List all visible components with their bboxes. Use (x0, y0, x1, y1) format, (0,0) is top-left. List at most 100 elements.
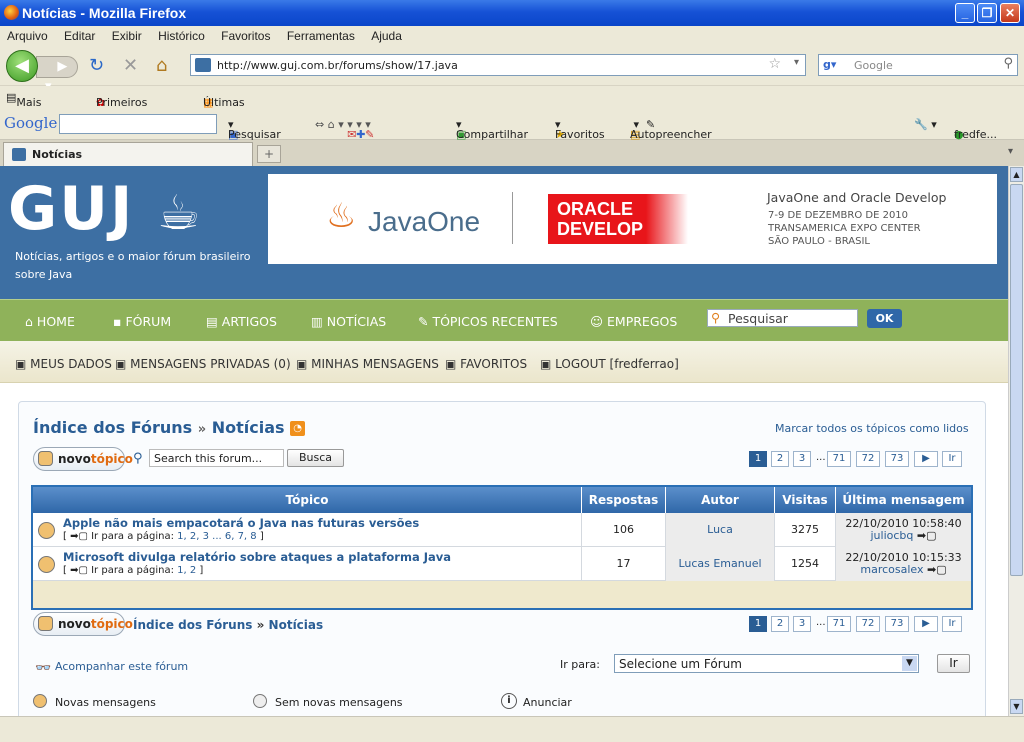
page-73[interactable]: 73 (885, 451, 909, 467)
home-icon[interactable]: ⌂ (156, 56, 167, 76)
author-link[interactable]: Luca (666, 513, 775, 547)
page-1[interactable]: 1 (749, 451, 767, 467)
search-bar[interactable]: g▾ Google ⚲ (818, 54, 1018, 76)
toolbar-settings-wrench-icon[interactable]: 🔧 ▾ (914, 118, 937, 131)
scroll-up-arrow[interactable]: ▲ (1010, 167, 1023, 182)
page-1[interactable]: 1 (749, 616, 767, 632)
author-link[interactable]: Lucas Emanuel (666, 547, 775, 581)
google-favoritos-button[interactable]: ★ Favoritos ▾ (555, 118, 605, 141)
site-search-button[interactable]: OK (867, 309, 902, 328)
google-autopreencher-button[interactable]: ▤ Autopreencher ▾ ✎ (630, 118, 712, 141)
page-2[interactable]: 2 (771, 451, 789, 467)
close-button[interactable]: ✕ (1000, 3, 1020, 23)
nav-artigos[interactable]: ▤ ARTIGOS (206, 314, 277, 329)
breadcrumb-current-link[interactable]: Notícias (212, 418, 285, 437)
minimize-button[interactable]: _ (955, 3, 975, 23)
restore-button[interactable]: ❐ (977, 3, 997, 23)
tab-label: Notícias (32, 148, 83, 161)
goto-last-post-icon[interactable]: ➡▢ (927, 563, 947, 576)
next-page-button[interactable]: ▶ (914, 451, 938, 467)
tab-noticias[interactable]: Notícias (3, 142, 253, 166)
page-72[interactable]: 72 (856, 616, 880, 632)
url-bar[interactable]: http://www.guj.com.br/forums/show/17.jav… (190, 54, 806, 76)
goto-page-button[interactable]: Ir (942, 616, 962, 632)
nav-logout[interactable]: ▣ LOGOUT [fredferrao] (540, 357, 679, 371)
follow-forum-link[interactable]: Acompanhar este fórum (55, 660, 188, 673)
url-dropdown-icon[interactable]: ▾ (794, 57, 799, 68)
menu-arquivo[interactable]: Arquivo (0, 26, 54, 43)
google-search-input[interactable] (59, 114, 217, 134)
forum-search-input[interactable]: Search this forum... (149, 449, 284, 467)
nav-favoritos[interactable]: ▣ FAVORITOS (445, 357, 527, 371)
page-72[interactable]: 72 (856, 451, 880, 467)
nav-meus-dados[interactable]: ▣ MEUS DADOS (15, 357, 112, 371)
bookmark-star-icon[interactable]: ☆ (768, 56, 781, 72)
col-visitas: Visitas (775, 487, 836, 513)
scroll-thumb[interactable] (1010, 184, 1023, 576)
next-page-button[interactable]: ▶ (914, 616, 938, 632)
goto-forum-button[interactable]: Ir (937, 654, 970, 673)
reload-icon[interactable]: ↻ (89, 56, 104, 76)
goto-page-button[interactable]: Ir (942, 451, 962, 467)
menu-ferramentas[interactable]: Ferramentas (280, 26, 361, 43)
stop-icon[interactable]: ✕ (123, 56, 138, 76)
page-2[interactable]: 2 (771, 616, 789, 632)
info-icon: i (501, 693, 517, 709)
menu-historico[interactable]: Histórico (151, 26, 211, 43)
nav-label: ARTIGOS (221, 314, 277, 329)
javaone-banner[interactable]: ♨ JavaOne ORACLE DEVELOP JavaOne and Orac… (268, 174, 997, 264)
breadcrumb-root-link[interactable]: Índice dos Fóruns (33, 418, 192, 437)
menu-favoritos[interactable]: Favoritos (214, 26, 276, 43)
tab-list-dropdown[interactable]: ▾ (1008, 146, 1013, 157)
guj-logo[interactable]: GUJ ☕ (8, 174, 202, 244)
search-magnifier-icon[interactable]: ⚲ (1003, 56, 1013, 71)
bookmark-mais-visitados[interactable]: ▤ Mais visitados (6, 91, 65, 122)
breadcrumb-current-link[interactable]: Notícias (269, 618, 324, 632)
nav-topicos-recentes[interactable]: ✎ TÓPICOS RECENTES (418, 314, 558, 329)
new-topic-icon (38, 616, 53, 631)
nav-minhas-mensagens[interactable]: ▣ MINHAS MENSAGENS (296, 357, 439, 371)
nav-home[interactable]: ⌂ HOME (25, 314, 75, 329)
menu-exibir[interactable]: Exibir (105, 26, 148, 43)
google-search-engine-icon[interactable]: g▾ (823, 58, 836, 71)
search-bar-placeholder: Google (854, 59, 893, 72)
breadcrumb-root-link[interactable]: Índice dos Fóruns (133, 618, 252, 632)
mark-all-read-link[interactable]: Marcar todos os tópicos como lidos (775, 422, 969, 435)
menu-ajuda[interactable]: Ajuda (364, 26, 408, 43)
forward-button[interactable]: ▶ ▾ (36, 56, 78, 94)
last-post-cell: 22/10/2010 10:15:33 marcosalex ➡▢ (836, 547, 971, 581)
toolbar-icons[interactable]: ⇔ ⌂ ▾ ✉ ▾ ✚ ▾ ✎ ▾ (315, 118, 375, 141)
google-logo: Google (4, 114, 58, 132)
google-compartilhar-button[interactable]: ▣ Compartilhar ▾ (456, 118, 528, 141)
site-search-input[interactable]: ⚲ Pesquisar (707, 309, 858, 327)
new-topic-label-a: novo (58, 617, 91, 631)
google-pesquisar-button[interactable]: ▣ Pesquisar ▾ (228, 118, 281, 141)
last-post-user-link[interactable]: marcosalex (860, 563, 923, 576)
page-3[interactable]: 3 (793, 616, 811, 632)
banner-line: 7-9 DE DEZEMBRO DE 2010 (768, 210, 909, 221)
page-73[interactable]: 73 (885, 616, 909, 632)
new-topic-button[interactable]: novotópico (33, 447, 133, 471)
rss-icon[interactable]: ◔ (290, 421, 306, 436)
last-post-user-link[interactable]: juliocbq (870, 529, 913, 542)
nav-forum[interactable]: ▪ FÓRUM (113, 314, 171, 329)
legend-no-new-label: Sem novas mensagens (275, 696, 403, 709)
nav-noticias[interactable]: ▥ NOTÍCIAS (311, 314, 386, 329)
col-ultima-mensagem: Última mensagem (836, 487, 971, 513)
page-71[interactable]: 71 (827, 616, 851, 632)
goto-forum-select[interactable]: Selecione um Fórum ▼ (614, 654, 919, 673)
back-button[interactable]: ◀ (6, 50, 38, 82)
goto-last-post-icon[interactable]: ➡▢ (917, 529, 937, 542)
page-3[interactable]: 3 (793, 451, 811, 467)
new-topic-button-bottom[interactable]: novotópico (33, 612, 133, 636)
coffee-cup-icon: ☕ (157, 185, 203, 241)
page-71[interactable]: 71 (827, 451, 851, 467)
site-header: GUJ ☕ Notícias, artigos e o maior fórum … (0, 166, 1008, 299)
menu-editar[interactable]: Editar (57, 26, 101, 43)
scroll-down-arrow[interactable]: ▼ (1010, 699, 1023, 714)
nav-empregos[interactable]: ☺ EMPREGOS (590, 314, 677, 329)
nav-mensagens-privadas[interactable]: ▣ MENSAGENS PRIVADAS (0) (115, 357, 291, 371)
vertical-scrollbar[interactable]: ▲ ▼ (1008, 166, 1024, 716)
new-tab-button[interactable]: + (257, 145, 281, 163)
forum-search-button[interactable]: Busca (287, 449, 344, 467)
